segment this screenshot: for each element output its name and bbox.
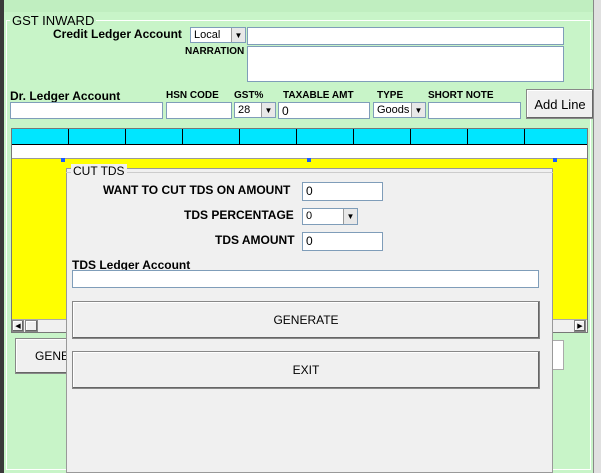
- dr-ledger-input[interactable]: [10, 102, 163, 119]
- grid-header-cell: [126, 129, 183, 144]
- chevron-down-icon[interactable]: ▼: [411, 103, 425, 117]
- grid-new-row[interactable]: [12, 145, 587, 159]
- chevron-down-icon[interactable]: ▼: [343, 209, 357, 224]
- tds-amount-label: TDS AMOUNT: [215, 233, 295, 247]
- gst-select[interactable]: 28 ▼: [234, 102, 276, 118]
- grid-header-cell: [354, 129, 411, 144]
- credit-mode-value: Local: [194, 29, 221, 41]
- grid-header-cell: [411, 129, 468, 144]
- taxable-label: TAXABLE AMT: [283, 90, 354, 101]
- narration-input[interactable]: [247, 46, 564, 82]
- group-title: GST INWARD: [10, 13, 97, 28]
- short-note-input[interactable]: [428, 102, 521, 119]
- credit-ledger-label: Credit Ledger Account: [53, 27, 182, 41]
- short-note-label: SHORT NOTE: [428, 90, 494, 101]
- chevron-down-icon[interactable]: ▼: [231, 28, 245, 42]
- tds-amount-input[interactable]: 0: [302, 232, 383, 251]
- grid-header-cell: [183, 129, 240, 144]
- grid-header-cell: [69, 129, 126, 144]
- scroll-thumb[interactable]: [25, 320, 38, 332]
- hsn-label: HSN CODE: [166, 90, 219, 101]
- tds-percentage-label: TDS PERCENTAGE: [184, 208, 294, 222]
- credit-mode-select[interactable]: Local ▼: [190, 27, 246, 43]
- grid-header-cell: [297, 129, 354, 144]
- grid-header: [12, 129, 587, 145]
- chevron-down-icon[interactable]: ▼: [261, 103, 275, 117]
- grid-header-cell: [525, 129, 587, 144]
- dialog-title: CUT TDS: [71, 164, 127, 178]
- cut-amount-input[interactable]: 0: [302, 182, 383, 201]
- dr-ledger-label: Dr. Ledger Account: [10, 89, 121, 103]
- grid-header-cell: [12, 129, 69, 144]
- grid-header-cell: [468, 129, 525, 144]
- scroll-right-icon[interactable]: ▶: [574, 320, 586, 332]
- narration-label: NARRATION: [185, 46, 245, 57]
- scroll-left-icon[interactable]: ◀: [12, 320, 24, 332]
- cut-amount-label: WANT TO CUT TDS ON AMOUNT: [103, 183, 291, 197]
- grid-header-cell: [240, 129, 297, 144]
- generate-button[interactable]: GENERATE: [72, 301, 540, 339]
- tds-percentage-select[interactable]: 0 ▼: [302, 208, 358, 225]
- gst-label: GST%: [234, 90, 264, 101]
- selection-handle: [307, 158, 311, 162]
- add-line-button[interactable]: Add Line: [526, 89, 594, 119]
- selection-handle: [553, 158, 557, 162]
- credit-ledger-input[interactable]: [247, 27, 564, 45]
- selection-handle: [61, 158, 65, 162]
- type-label: TYPE: [377, 90, 404, 101]
- taxable-input[interactable]: 0: [278, 102, 370, 119]
- tds-ledger-input[interactable]: [72, 270, 539, 288]
- hsn-input[interactable]: [166, 102, 232, 119]
- exit-button[interactable]: EXIT: [72, 351, 540, 389]
- type-select[interactable]: Goods ▼: [373, 102, 426, 118]
- background-window-edge: [593, 0, 601, 473]
